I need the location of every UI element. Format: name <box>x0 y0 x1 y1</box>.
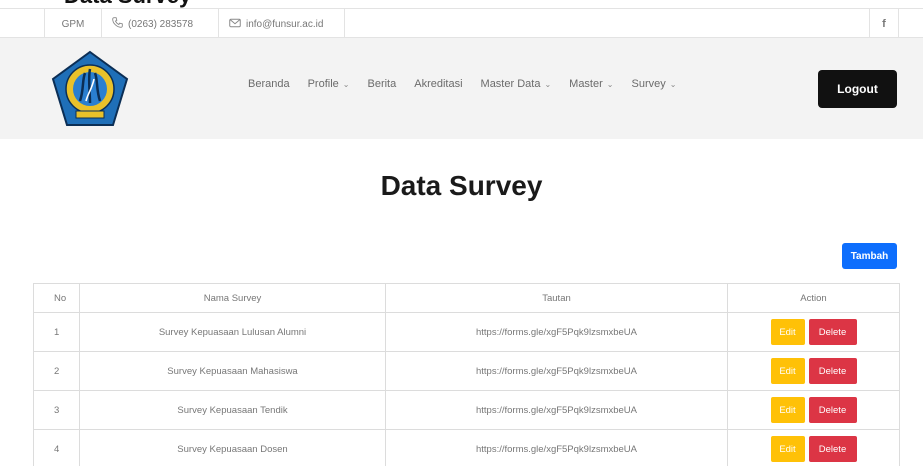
chevron-down-icon: ⌄ <box>669 79 677 89</box>
nav-label: Berita <box>367 78 397 90</box>
survey-name: Survey Kepuasaan Mahasiswa <box>79 351 386 391</box>
row-number: 2 <box>33 351 80 391</box>
delete-button[interactable]: Delete <box>808 319 857 345</box>
gpm-label: GPM <box>61 18 85 30</box>
facebook-link[interactable]: f <box>869 9 899 39</box>
phone-text: (0263) 283578 <box>128 18 194 30</box>
nav-beranda[interactable]: Beranda <box>248 78 290 90</box>
nav-label: Akreditasi <box>414 78 463 90</box>
top-info-bar: GPM (0263) 283578 info@funsur.ac.id f <box>0 8 923 39</box>
chevron-down-icon: ⌄ <box>606 79 614 89</box>
university-logo-icon[interactable] <box>50 49 130 129</box>
nav-label: Master Data <box>480 78 541 90</box>
row-number: 4 <box>33 429 80 466</box>
edit-button[interactable]: Edit <box>770 358 805 384</box>
table-row: 1 Survey Kepuasaan Lulusan Alumni https:… <box>33 312 900 352</box>
main-header: Beranda Profile ⌄ Berita Akreditasi Maste… <box>0 38 923 139</box>
nav-label: Master <box>569 78 603 90</box>
survey-link[interactable]: https://forms.gle/xgF5Pqk9lzsmxbeUA <box>385 312 728 352</box>
chevron-down-icon: ⌄ <box>342 79 350 89</box>
gpm-link[interactable]: GPM <box>44 9 102 39</box>
main-navigation: Beranda Profile ⌄ Berita Akreditasi Maste… <box>248 78 694 90</box>
add-survey-button[interactable]: Tambah <box>842 243 897 269</box>
table-row: 4 Survey Kepuasaan Dosen https://forms.g… <box>33 429 900 466</box>
table-header-row: No Nama Survey Tautan Action <box>33 283 900 313</box>
survey-link[interactable]: https://forms.gle/xgF5Pqk9lzsmxbeUA <box>385 429 728 466</box>
nav-profile[interactable]: Profile ⌄ <box>308 78 350 90</box>
nav-label: Profile <box>307 78 339 90</box>
nav-master[interactable]: Master ⌄ <box>569 78 613 90</box>
survey-link[interactable]: https://forms.gle/xgF5Pqk9lzsmxbeUA <box>385 351 728 391</box>
email-text: info@funsur.ac.id <box>246 18 324 30</box>
edit-button[interactable]: Edit <box>770 436 805 462</box>
table-row: 2 Survey Kepuasaan Mahasiswa https://for… <box>33 351 900 391</box>
chevron-down-icon: ⌄ <box>544 79 552 89</box>
survey-link[interactable]: https://forms.gle/xgF5Pqk9lzsmxbeUA <box>385 390 728 430</box>
survey-name: Survey Kepuasaan Tendik <box>79 390 386 430</box>
column-header-link: Tautan <box>385 283 728 313</box>
delete-button[interactable]: Delete <box>808 436 857 462</box>
table-row: 3 Survey Kepuasaan Tendik https://forms.… <box>33 390 900 430</box>
email-info[interactable]: info@funsur.ac.id <box>219 9 345 39</box>
phone-icon <box>112 17 123 31</box>
logout-button[interactable]: Logout <box>818 70 897 108</box>
edit-button[interactable]: Edit <box>770 397 805 423</box>
survey-name: Survey Kepuasaan Dosen <box>79 429 386 466</box>
page-title: Data Survey <box>380 170 543 201</box>
survey-name: Survey Kepuasaan Lulusan Alumni <box>79 312 386 352</box>
row-number: 3 <box>33 390 80 430</box>
nav-label: Survey <box>631 78 666 90</box>
phone-info: (0263) 283578 <box>102 9 219 39</box>
nav-survey[interactable]: Survey ⌄ <box>631 78 676 90</box>
column-header-name: Nama Survey <box>79 283 386 313</box>
column-header-action: Action <box>727 283 900 313</box>
delete-button[interactable]: Delete <box>808 358 857 384</box>
column-header-no: No <box>33 283 80 313</box>
nav-berita[interactable]: Berita <box>367 78 396 90</box>
delete-button[interactable]: Delete <box>808 397 857 423</box>
nav-akreditasi[interactable]: Akreditasi <box>414 78 462 90</box>
facebook-icon: f <box>882 18 886 30</box>
row-number: 1 <box>33 312 80 352</box>
nav-label: Beranda <box>248 78 290 90</box>
mail-icon <box>229 18 241 31</box>
edit-button[interactable]: Edit <box>770 319 805 345</box>
survey-table: No Nama Survey Tautan Action 1 Survey Ke… <box>33 283 900 466</box>
nav-master-data[interactable]: Master Data ⌄ <box>481 78 552 90</box>
